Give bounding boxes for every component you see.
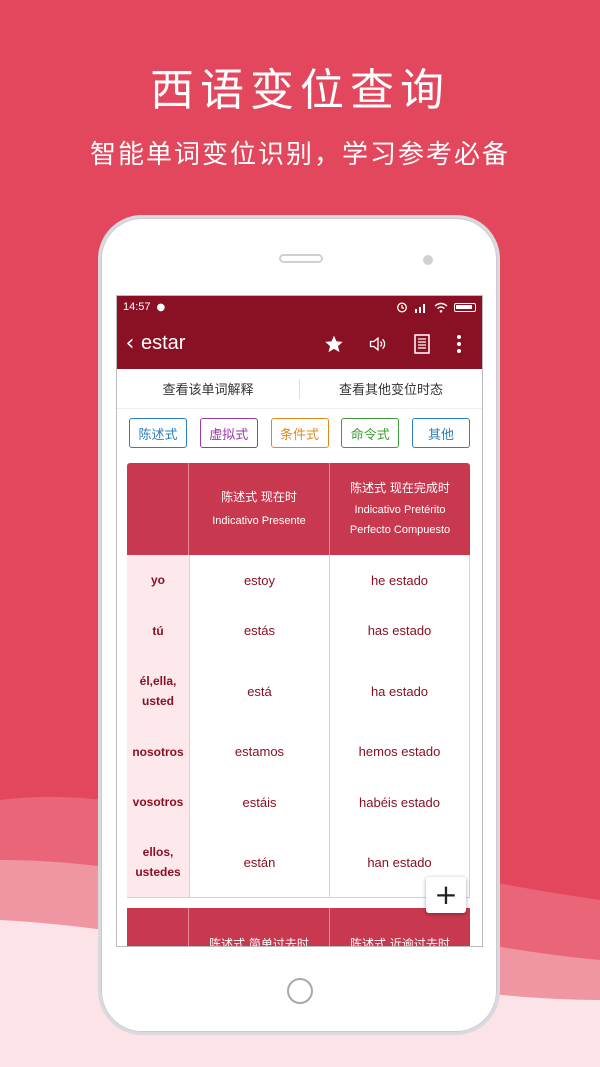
more-button[interactable]: [444, 326, 474, 362]
plus-icon: +: [434, 878, 458, 911]
header-perfect-es-1: Indicativo Pretérito: [354, 503, 446, 516]
header-perfect-cn: 陈述式 现在完成时: [350, 480, 450, 495]
mood-tab-imperative[interactable]: 命令式: [341, 418, 400, 448]
present-cell: está: [189, 656, 330, 726]
battery-icon: [454, 302, 476, 312]
link-row: 查看该单词解释 查看其他变位时态: [117, 369, 482, 409]
notification-icon: ●: [156, 301, 166, 313]
header-perfect: 陈述式 现在完成时 Indicativo Pretérito Perfecto …: [330, 463, 470, 555]
speaker-icon: [369, 336, 386, 351]
table-body: yo estoy he estado tú estás has estado é…: [127, 555, 470, 898]
present-cell: estoy: [189, 555, 330, 605]
perfect-cell: he estado: [330, 555, 470, 605]
header-perfect-es-2: Perfecto Compuesto: [349, 523, 451, 536]
phone-camera: [423, 255, 433, 265]
chevron-left-icon[interactable]: ‹: [121, 332, 139, 355]
present-cell: estamos: [189, 726, 330, 777]
header-present-cn: 陈述式 现在时: [221, 489, 297, 504]
home-button[interactable]: [287, 978, 313, 1004]
status-bar: 14:57 ●: [117, 296, 482, 318]
present-cell: están: [189, 827, 330, 897]
star-icon: [325, 335, 343, 352]
pronoun-cell: tú: [127, 605, 189, 656]
table-row: yo estoy he estado: [127, 555, 470, 605]
header-preterite: 陈述式 简单过去时: [189, 908, 330, 946]
favorite-button[interactable]: [312, 326, 356, 362]
promo-subtitle: 智能单词变位识别，学习参考必备: [89, 140, 510, 170]
present-cell: estás: [189, 605, 330, 656]
pronoun-cell: yo: [127, 555, 189, 605]
table-row: tú estás has estado: [127, 605, 470, 656]
table-row: vosotros estáis habéis estado: [127, 777, 470, 827]
view-other-tenses-link[interactable]: 查看其他变位时态: [300, 379, 482, 398]
wifi-icon: [434, 302, 448, 313]
view-definition-link[interactable]: 查看该单词解释: [117, 379, 299, 398]
alarm-icon: [397, 302, 407, 313]
pronoun-cell: ellos, ustedes: [127, 827, 189, 897]
conjugation-table-2: 陈述式 简单过去时 陈述式 近逾过去时: [127, 908, 470, 947]
table-row: él,ella, usted está ha estado: [127, 656, 470, 726]
notes-button[interactable]: [400, 326, 444, 362]
perfect-cell: hemos estado: [330, 726, 470, 777]
word-title: estar: [141, 332, 186, 354]
header-blank: [127, 463, 189, 555]
promo-title: 西语变位查询: [150, 65, 450, 116]
mood-tab-conditional[interactable]: 条件式: [270, 418, 329, 448]
perfect-cell: has estado: [330, 605, 470, 656]
mood-tab-indicative[interactable]: 陈述式: [129, 418, 187, 448]
table-row: nosotros estamos hemos estado: [127, 726, 470, 777]
mood-tab-subjunctive[interactable]: 虚拟式: [199, 418, 258, 448]
header-blank: [127, 908, 189, 946]
table-row: ellos, ustedes están han estado: [127, 827, 470, 897]
phone-speaker: [279, 254, 323, 263]
perfect-cell: ha estado: [330, 656, 470, 726]
status-time: 14:57: [123, 301, 151, 313]
header-present-es: Indicativo Presente: [212, 514, 306, 527]
more-vert-icon: [457, 334, 461, 353]
add-button[interactable]: +: [426, 877, 466, 913]
signal-icon: [415, 303, 425, 313]
pronoun-cell: él,ella, usted: [127, 656, 189, 726]
notes-icon: [414, 333, 430, 354]
table-header-2: 陈述式 简单过去时 陈述式 近逾过去时: [127, 908, 470, 947]
pronounce-button[interactable]: [356, 326, 400, 362]
table-header: 陈述式 现在时 Indicativo Presente 陈述式 现在完成时 In…: [127, 463, 470, 555]
mood-tab-other[interactable]: 其他: [412, 418, 470, 448]
mood-tabs: 陈述式 虚拟式 条件式 命令式 其他: [117, 418, 482, 449]
header-present: 陈述式 现在时 Indicativo Presente: [189, 463, 330, 555]
app-screen: 14:57 ● ‹ estar 查看该单词解释 查看其他变位时态 陈述式 虚拟式…: [116, 295, 483, 947]
pronoun-cell: vosotros: [127, 777, 189, 827]
header-pluperfect: 陈述式 近逾过去时: [350, 937, 450, 947]
conjugation-table: 陈述式 现在时 Indicativo Presente 陈述式 现在完成时 In…: [127, 463, 470, 898]
app-toolbar: ‹ estar: [117, 318, 482, 369]
present-cell: estáis: [189, 777, 330, 827]
perfect-cell: habéis estado: [330, 777, 470, 827]
pronoun-cell: nosotros: [127, 726, 189, 777]
